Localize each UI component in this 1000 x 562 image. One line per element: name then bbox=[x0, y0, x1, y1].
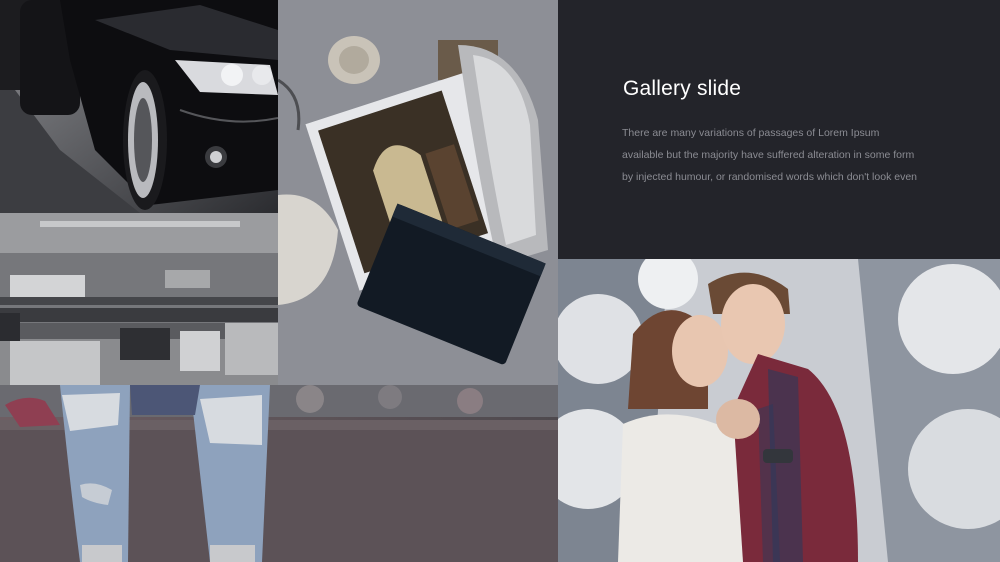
body-line: available but the majority have suffered… bbox=[622, 149, 915, 161]
text-panel: Gallery slide There are many variations … bbox=[558, 0, 1000, 259]
couple-in-snow-photo bbox=[558, 259, 1000, 562]
gallery-slide: Gallery slide There are many variations … bbox=[0, 0, 1000, 562]
ripped-jeans-photo bbox=[0, 385, 558, 562]
body-line: There are many variations of passages of… bbox=[622, 127, 880, 139]
slide-body-text: There are many variations of passages of… bbox=[622, 122, 972, 188]
computer-classroom-photo bbox=[0, 213, 278, 385]
slide-title: Gallery slide bbox=[623, 77, 742, 100]
magazine-photos-on-desk-photo bbox=[278, 0, 558, 385]
black-car-photo bbox=[0, 0, 278, 213]
body-line: by injected humour, or randomised words … bbox=[622, 171, 917, 183]
